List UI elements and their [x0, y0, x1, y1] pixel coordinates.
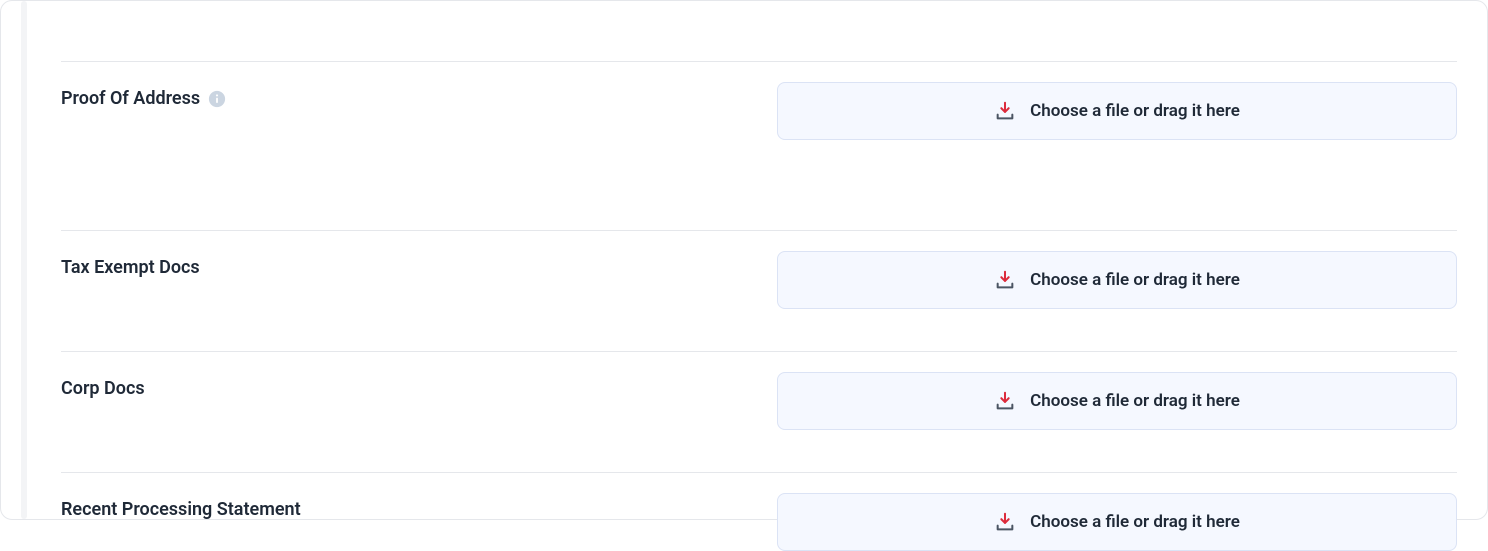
left-rail — [21, 1, 27, 519]
row-label: Proof Of Address — [61, 88, 200, 109]
row-label-col: Tax Exempt Docs — [61, 251, 777, 278]
row-label-col: Corp Docs — [61, 372, 777, 399]
download-icon — [994, 269, 1016, 291]
row-label-col: Proof Of Address — [61, 82, 777, 109]
form-panel: Proof Of Address — [0, 0, 1488, 520]
upload-rows-container: Proof Of Address — [61, 1, 1457, 519]
dropzone-label: Choose a file or drag it here — [1030, 101, 1240, 121]
download-icon — [994, 100, 1016, 122]
upload-col: Choose a file or drag it here — [777, 251, 1457, 309]
file-dropzone[interactable]: Choose a file or drag it here — [777, 82, 1457, 140]
upload-row-tax-exempt-docs: Tax Exempt Docs Choose a file or drag it… — [61, 230, 1457, 351]
download-icon — [994, 511, 1016, 533]
row-label: Corp Docs — [61, 378, 145, 399]
upload-row-recent-processing-statement: Recent Processing Statement Choose a fil… — [61, 472, 1457, 551]
row-label: Recent Processing Statement — [61, 499, 301, 520]
dropzone-label: Choose a file or drag it here — [1030, 391, 1240, 411]
file-dropzone[interactable]: Choose a file or drag it here — [777, 372, 1457, 430]
upload-col: Choose a file or drag it here — [777, 82, 1457, 140]
row-label: Tax Exempt Docs — [61, 257, 200, 278]
dropzone-label: Choose a file or drag it here — [1030, 270, 1240, 290]
file-dropzone[interactable]: Choose a file or drag it here — [777, 251, 1457, 309]
dropzone-label: Choose a file or drag it here — [1030, 512, 1240, 532]
row-label-col: Recent Processing Statement — [61, 493, 777, 520]
upload-row-proof-of-address: Proof Of Address — [61, 61, 1457, 230]
upload-col: Choose a file or drag it here — [777, 372, 1457, 430]
file-dropzone[interactable]: Choose a file or drag it here — [777, 493, 1457, 551]
upload-col: Choose a file or drag it here — [777, 493, 1457, 551]
upload-row-corp-docs: Corp Docs Choose a file or drag it here — [61, 351, 1457, 472]
download-icon — [994, 390, 1016, 412]
info-icon[interactable] — [208, 90, 226, 108]
